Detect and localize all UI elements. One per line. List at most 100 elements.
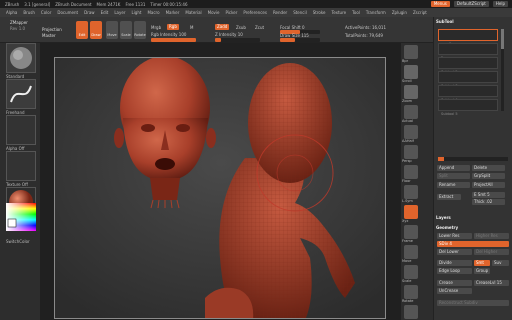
scale-button[interactable]	[404, 265, 418, 279]
brush-thumbnail[interactable]	[6, 43, 36, 73]
menu-edit[interactable]: Edit	[101, 10, 109, 15]
subtool-item-1[interactable]: Face	[438, 43, 498, 60]
menu-movie[interactable]: Movie	[208, 10, 220, 15]
projection-master-button[interactable]: Projection	[42, 27, 62, 32]
subtool-item-2[interactable]: Subtool 2	[438, 57, 498, 74]
zsub-button[interactable]: Zsub	[236, 25, 246, 30]
subtool-item-0[interactable]: eyesFace	[438, 29, 498, 46]
aahalf-button[interactable]	[404, 125, 418, 139]
menu-document[interactable]: Document	[57, 10, 78, 15]
menu-tool[interactable]: Tool	[352, 10, 360, 15]
zmapper-version: Rev 1.0	[10, 26, 26, 31]
suv-toggle[interactable]: Suv	[492, 260, 509, 266]
crease-button[interactable]: Crease	[437, 280, 472, 286]
thickness-slider[interactable]: Thick .02	[472, 199, 505, 205]
menu-color[interactable]: Color	[41, 10, 51, 15]
zmapper-button[interactable]: ZMapper	[10, 20, 28, 25]
menu-preferences[interactable]: Preferences	[243, 10, 267, 15]
subtool-list-slider[interactable]	[438, 157, 508, 161]
menu-zscript[interactable]: Zscript	[413, 10, 427, 15]
project-all-button[interactable]: ProjectAll	[472, 182, 505, 188]
menu-draw[interactable]: Draw	[84, 10, 94, 15]
right-tray: SubTool eyesFace Face Subtool 2 Subtool …	[433, 17, 512, 320]
polyf-button[interactable]	[404, 305, 418, 319]
document-canvas[interactable]	[54, 57, 386, 319]
move-button[interactable]	[404, 245, 418, 259]
scale-tool[interactable]: Scale	[120, 21, 132, 39]
frame-button[interactable]	[404, 225, 418, 239]
e-smooth-slider[interactable]: E Smt 5	[472, 192, 505, 198]
stroke-thumbnail[interactable]	[6, 79, 36, 109]
zoom-button[interactable]	[404, 85, 418, 99]
edit-tool[interactable]: Edit	[76, 21, 88, 39]
canvas-area[interactable]	[40, 43, 401, 320]
menu-material[interactable]: Material	[185, 10, 201, 15]
subtool-item-4[interactable]: Subtool 4	[438, 85, 498, 102]
rgb-intensity-slider[interactable]	[151, 38, 196, 42]
layers-header[interactable]: Layers	[436, 215, 451, 221]
default-zscript-button[interactable]: DefaultZScript	[453, 1, 489, 7]
menu-macro[interactable]: Macro	[147, 10, 159, 15]
rotate-button[interactable]	[404, 285, 418, 299]
menu-brush[interactable]: Brush	[23, 10, 35, 15]
local-sym-button[interactable]	[404, 185, 418, 199]
menu-stencil[interactable]: Stencil	[293, 10, 307, 15]
menu-stroke[interactable]: Stroke	[313, 10, 326, 15]
edge-loop-button[interactable]: Edge Loop	[437, 268, 472, 274]
subtool-header[interactable]: SubTool	[436, 19, 454, 25]
crease-level-slider[interactable]: CreaseLvl 15	[474, 280, 509, 286]
delete-button[interactable]: Delete	[472, 165, 505, 171]
menu-picker[interactable]: Picker	[225, 10, 237, 15]
color-picker[interactable]	[6, 203, 36, 237]
zadd-button[interactable]: Zadd	[215, 24, 230, 30]
higher-res-button[interactable]: Higher Res	[474, 233, 509, 239]
bpr-label: Bpr	[402, 59, 409, 63]
menu-render[interactable]: Render	[273, 10, 287, 15]
subtool-item-3[interactable]: Subtool 3	[438, 71, 498, 88]
menu-marker[interactable]: Marker	[166, 10, 180, 15]
rotate-tool[interactable]: Rotate	[134, 21, 146, 39]
geometry-header[interactable]: Geometry	[436, 225, 458, 231]
lower-res-button[interactable]: Lower Res	[437, 233, 472, 239]
del-lower-button[interactable]: Del Lower	[437, 249, 472, 255]
help-button[interactable]: Help	[492, 1, 508, 7]
move-tool[interactable]: Move	[106, 21, 118, 39]
menu-transform[interactable]: Transform	[366, 10, 386, 15]
xyz-button[interactable]	[404, 205, 418, 219]
menu-light[interactable]: Light	[131, 10, 141, 15]
groups-split-button[interactable]: GrpSplit	[472, 173, 505, 179]
del-higher-button[interactable]: Del Higher	[474, 249, 509, 255]
rename-button[interactable]: Rename	[437, 182, 470, 188]
menu-alpha[interactable]: Alpha	[6, 10, 17, 15]
alpha-thumbnail[interactable]	[6, 115, 36, 145]
menu-zplugin[interactable]: Zplugin	[392, 10, 407, 15]
scroll-button[interactable]	[404, 65, 418, 79]
zcut-button[interactable]: Zcut	[255, 25, 264, 30]
texture-thumbnail[interactable]	[6, 151, 36, 181]
draw-tool[interactable]: Draw	[90, 21, 102, 39]
extract-button[interactable]: Extract	[437, 194, 461, 200]
draw-size-slider[interactable]	[280, 38, 320, 42]
uncrease-button[interactable]: UnCrease	[437, 288, 472, 294]
append-button[interactable]: Append	[437, 165, 470, 171]
m-button[interactable]: M	[190, 25, 193, 30]
z-intensity-slider[interactable]	[215, 38, 260, 42]
persp-button[interactable]	[404, 145, 418, 159]
actual-button[interactable]	[404, 105, 418, 119]
rgb-button[interactable]: Rgb	[167, 24, 179, 30]
sdiv-slider[interactable]: SDiv 4	[437, 241, 509, 247]
menu-layer[interactable]: Layer	[114, 10, 125, 15]
bpr-button[interactable]	[404, 45, 418, 59]
menus-button[interactable]: Menus	[430, 1, 450, 7]
subtool-scrollbar[interactable]	[501, 29, 504, 111]
subtool-item-5[interactable]: Subtool 5	[438, 99, 498, 116]
group-toggle[interactable]: Group	[474, 268, 490, 274]
split-button[interactable]: Split	[437, 173, 470, 179]
menu-texture[interactable]: Texture	[331, 10, 346, 15]
divide-button[interactable]: Divide	[437, 260, 472, 266]
smt-toggle[interactable]: Smt	[474, 260, 490, 266]
mrgb-button[interactable]: Mrgb	[151, 25, 161, 30]
reconstruct-subdiv-button[interactable]: Reconstruct Subdiv	[437, 300, 509, 306]
floor-button[interactable]	[404, 165, 418, 179]
switch-color-label[interactable]: SwitchColor	[6, 239, 30, 244]
